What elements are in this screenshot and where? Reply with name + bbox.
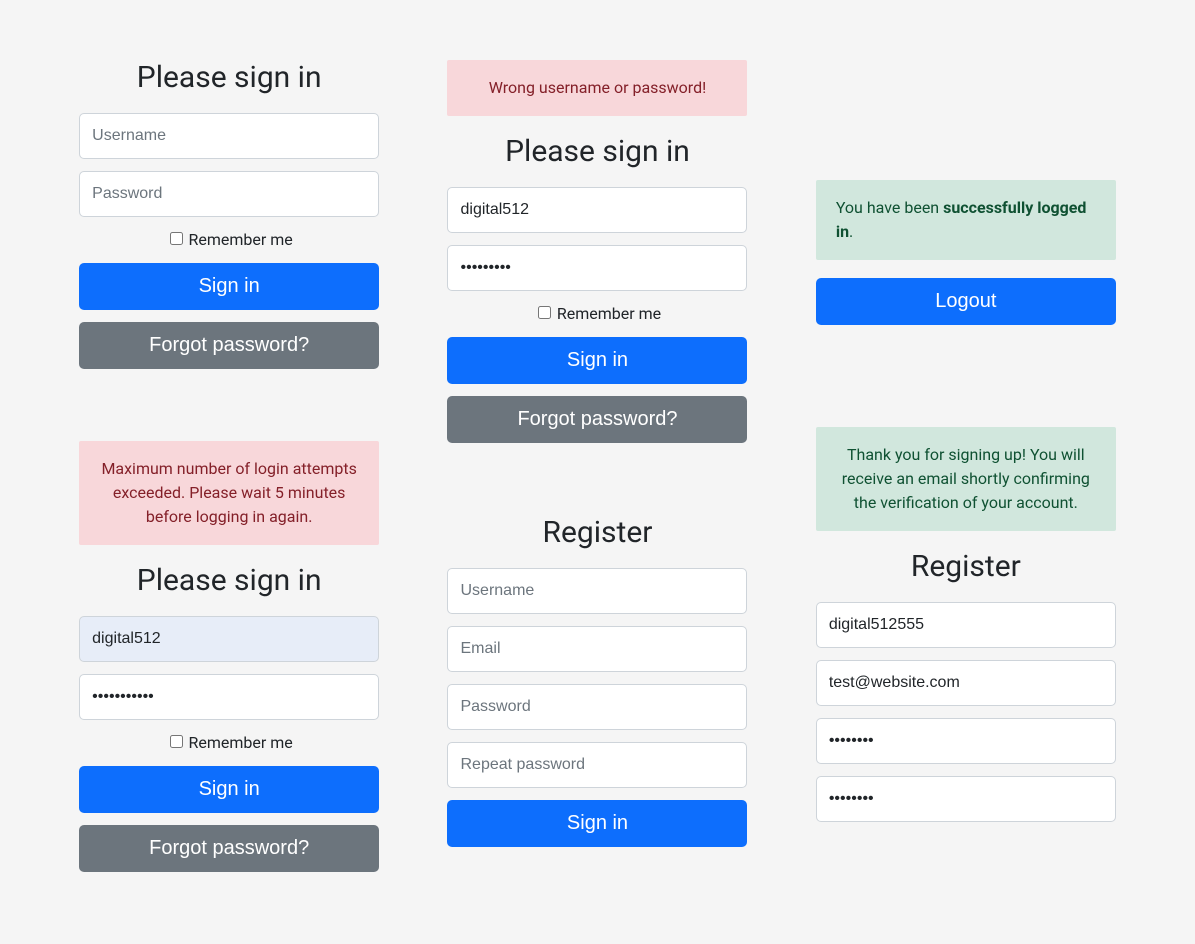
- register-card-1: Register Sign in: [447, 515, 747, 859]
- logout-button[interactable]: Logout: [816, 278, 1116, 325]
- repeat-password-input[interactable]: [816, 776, 1116, 822]
- alert-wrong-credentials: Wrong username or password!: [447, 60, 747, 116]
- username-input[interactable]: [447, 187, 747, 233]
- password-input[interactable]: [447, 245, 747, 291]
- alert-max-attempts: Maximum number of login attempts exceede…: [79, 441, 379, 545]
- forgot-password-button[interactable]: Forgot password?: [79, 322, 379, 369]
- password-input[interactable]: [816, 718, 1116, 764]
- password-input[interactable]: [79, 674, 379, 720]
- remember-row: Remember me: [447, 303, 747, 323]
- remember-label[interactable]: Remember me: [534, 304, 661, 323]
- password-input[interactable]: [79, 171, 379, 217]
- register-card-2: Thank you for signing up! You will recei…: [816, 427, 1116, 834]
- username-input[interactable]: [79, 113, 379, 159]
- signin-button[interactable]: Sign in: [447, 337, 747, 384]
- signin-card-3: Wrong username or password! Please sign …: [447, 60, 747, 455]
- email-input[interactable]: [447, 626, 747, 672]
- remember-row: Remember me: [79, 229, 379, 249]
- username-input[interactable]: [816, 602, 1116, 648]
- signin-heading: Please sign in: [79, 563, 379, 598]
- register-heading: Register: [447, 515, 747, 550]
- repeat-password-input[interactable]: [447, 742, 747, 788]
- username-input[interactable]: [447, 568, 747, 614]
- remember-checkbox[interactable]: [170, 735, 183, 748]
- alert-signup-success: Thank you for signing up! You will recei…: [816, 427, 1116, 531]
- loggedin-card: You have been successfully logged in. Lo…: [816, 180, 1116, 337]
- signin-heading: Please sign in: [447, 134, 747, 169]
- signin-button[interactable]: Sign in: [79, 766, 379, 813]
- register-heading: Register: [816, 549, 1116, 584]
- signin-card-1: Please sign in Remember me Sign in Forgo…: [79, 60, 379, 381]
- signin-card-2: Maximum number of login attempts exceede…: [79, 441, 379, 884]
- signin-button[interactable]: Sign in: [79, 263, 379, 310]
- remember-checkbox[interactable]: [538, 306, 551, 319]
- remember-row: Remember me: [79, 732, 379, 752]
- forgot-password-button[interactable]: Forgot password?: [79, 825, 379, 872]
- username-input[interactable]: [79, 616, 379, 662]
- email-input[interactable]: [816, 660, 1116, 706]
- register-submit-button[interactable]: Sign in: [447, 800, 747, 847]
- signin-heading: Please sign in: [79, 60, 379, 95]
- forgot-password-button[interactable]: Forgot password?: [447, 396, 747, 443]
- remember-label[interactable]: Remember me: [166, 230, 293, 249]
- remember-checkbox[interactable]: [170, 232, 183, 245]
- alert-logged-in: You have been successfully logged in.: [816, 180, 1116, 260]
- password-input[interactable]: [447, 684, 747, 730]
- remember-label[interactable]: Remember me: [166, 733, 293, 752]
